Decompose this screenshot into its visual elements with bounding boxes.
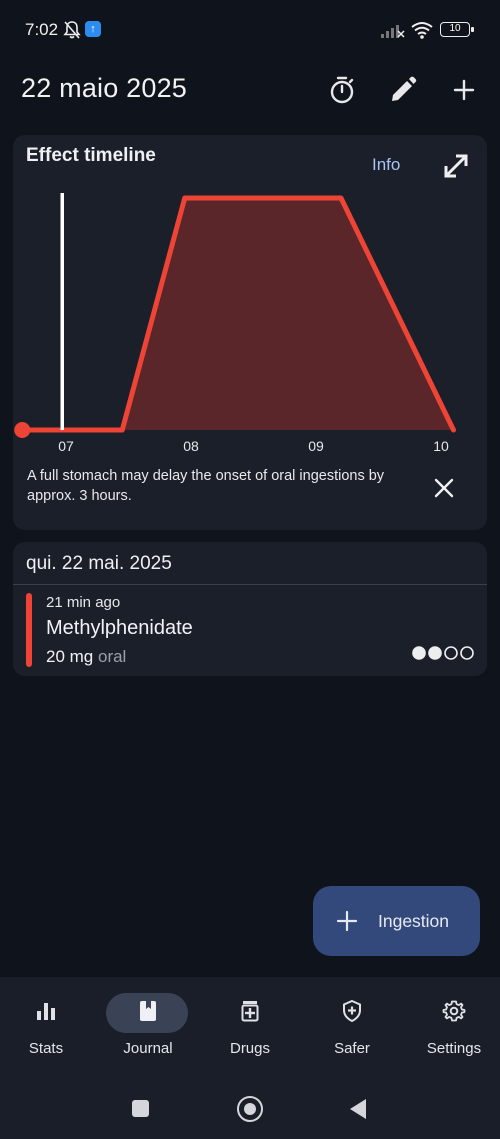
add-button[interactable] bbox=[448, 74, 480, 106]
edit-icon bbox=[392, 76, 417, 101]
ingestion-color-bar bbox=[26, 593, 32, 667]
wifi-icon bbox=[411, 22, 433, 39]
system-navigation-bar bbox=[0, 1069, 500, 1139]
status-bar: 7:02 ↑ 10 bbox=[0, 0, 500, 60]
status-time: 7:02 bbox=[25, 20, 59, 39]
day-title: qui. 22 mai. 2025 bbox=[26, 553, 172, 574]
nav-label-drugs: Drugs bbox=[229, 1040, 270, 1057]
gear-icon bbox=[442, 1000, 466, 1022]
medicine-icon bbox=[241, 1001, 259, 1022]
nav-label-journal: Journal bbox=[123, 1040, 173, 1057]
recent-apps-button[interactable] bbox=[132, 1100, 149, 1117]
nav-stats[interactable]: Stats bbox=[0, 977, 96, 1069]
nav-label-safer: Safer bbox=[334, 1040, 370, 1057]
effect-area bbox=[22, 198, 454, 430]
x-tick-label: 07 bbox=[58, 438, 74, 454]
dose-strength-dots bbox=[412, 646, 474, 660]
dot-empty bbox=[460, 646, 474, 660]
add-icon bbox=[453, 79, 475, 101]
page-title: 22 maio 2025 bbox=[21, 73, 188, 103]
ingestion-substance: Methylphenidate bbox=[46, 617, 193, 639]
nav-journal[interactable]: Journal bbox=[98, 977, 198, 1069]
x-tick-label: 08 bbox=[183, 438, 199, 454]
back-button[interactable] bbox=[349, 1098, 367, 1120]
nav-label-stats: Stats bbox=[28, 1040, 64, 1057]
close-icon[interactable] bbox=[429, 473, 459, 503]
signal-icon bbox=[381, 25, 405, 38]
timer-icon bbox=[330, 76, 354, 104]
nav-settings[interactable]: Settings bbox=[404, 977, 500, 1069]
shield-icon bbox=[343, 999, 361, 1023]
timeline-note: A full stomach may delay the onset of or… bbox=[27, 468, 385, 504]
ingestion-time: 21 min ago bbox=[46, 594, 121, 611]
plus-icon bbox=[336, 910, 358, 932]
edit-button[interactable] bbox=[387, 74, 419, 106]
divider bbox=[13, 584, 487, 585]
home-button[interactable] bbox=[237, 1096, 263, 1122]
dot-filled bbox=[412, 646, 426, 660]
bar-chart-icon bbox=[37, 1003, 55, 1020]
journal-icon bbox=[140, 1001, 156, 1021]
dot-empty bbox=[444, 646, 458, 660]
nav-safer[interactable]: Safer bbox=[302, 977, 402, 1069]
bell-off-icon bbox=[63, 21, 81, 39]
app-header: 22 maio 2025 bbox=[0, 60, 500, 120]
ingestion-route: oral bbox=[97, 647, 127, 666]
battery-icon: 10 bbox=[440, 22, 474, 37]
timer-button[interactable] bbox=[326, 74, 358, 106]
x-tick-label: 09 bbox=[308, 438, 324, 454]
fab-label: Ingestion bbox=[378, 911, 450, 931]
bottom-navigation: Stats Journal Drugs Safer Settings bbox=[0, 977, 500, 1069]
app-notification-icon: ↑ bbox=[85, 21, 101, 37]
nav-drugs[interactable]: Drugs bbox=[200, 977, 300, 1069]
effect-timeline-chart: 07 08 09 10 bbox=[14, 193, 456, 454]
ingestion-dose: 20 mg bbox=[46, 647, 94, 666]
ingestion-point bbox=[14, 422, 31, 438]
x-tick-label: 10 bbox=[433, 438, 449, 454]
effect-timeline-card: Effect timeline Info 07 08 09 10 A full sto… bbox=[13, 135, 487, 530]
dot-filled bbox=[428, 646, 442, 660]
nav-label-settings: Settings bbox=[426, 1040, 482, 1057]
add-ingestion-fab[interactable]: Ingestion bbox=[313, 886, 480, 956]
ingestion-dose-line: 20 mg oral bbox=[46, 647, 126, 667]
day-card: qui. 22 mai. 2025 21 min ago Methylpheni… bbox=[13, 542, 487, 676]
